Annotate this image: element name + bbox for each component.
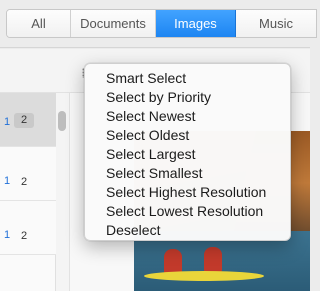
scroll-thumb[interactable] [58,111,66,131]
duplicate-count-blue: 1 [4,116,11,128]
duplicate-count: 2 [20,230,28,242]
menu-item-smart-select[interactable]: Smart Select [85,69,290,88]
tab-all[interactable]: All [7,10,71,37]
tab-images[interactable]: Images [156,10,236,37]
menu-item-select-by-priority[interactable]: Select by Priority [85,88,290,107]
menu-item-deselect[interactable]: Deselect [85,221,290,240]
tab-bar: All Documents Images Music [0,0,317,48]
list-item[interactable]: 1 2 [0,147,56,201]
menu-item-select-newest[interactable]: Select Newest [85,107,290,126]
duplicate-count-blue: 1 [4,229,11,241]
duplicates-list: 1 2 1 2 1 2 [0,93,56,291]
menu-item-select-largest[interactable]: Select Largest [85,145,290,164]
selection-context-menu: Smart Select Select by Priority Select N… [84,63,291,241]
segmented-control: All Documents Images Music [6,9,317,38]
duplicate-count-blue: 1 [4,175,11,187]
list-item[interactable]: 1 2 [0,93,56,147]
menu-item-select-oldest[interactable]: Select Oldest [85,126,290,145]
menu-item-select-lowest-resolution[interactable]: Select Lowest Resolution [85,202,290,221]
tab-documents[interactable]: Documents [71,10,156,37]
photo-kayak [144,271,264,281]
menu-item-select-highest-resolution[interactable]: Select Highest Resolution [85,183,290,202]
list-item[interactable]: 1 2 [0,201,56,255]
menu-item-select-smallest[interactable]: Select Smallest [85,164,290,183]
duplicate-count: 2 [20,176,28,188]
duplicate-count: 2 [14,113,34,128]
tab-music[interactable]: Music [236,10,316,37]
photo-person [204,247,222,273]
